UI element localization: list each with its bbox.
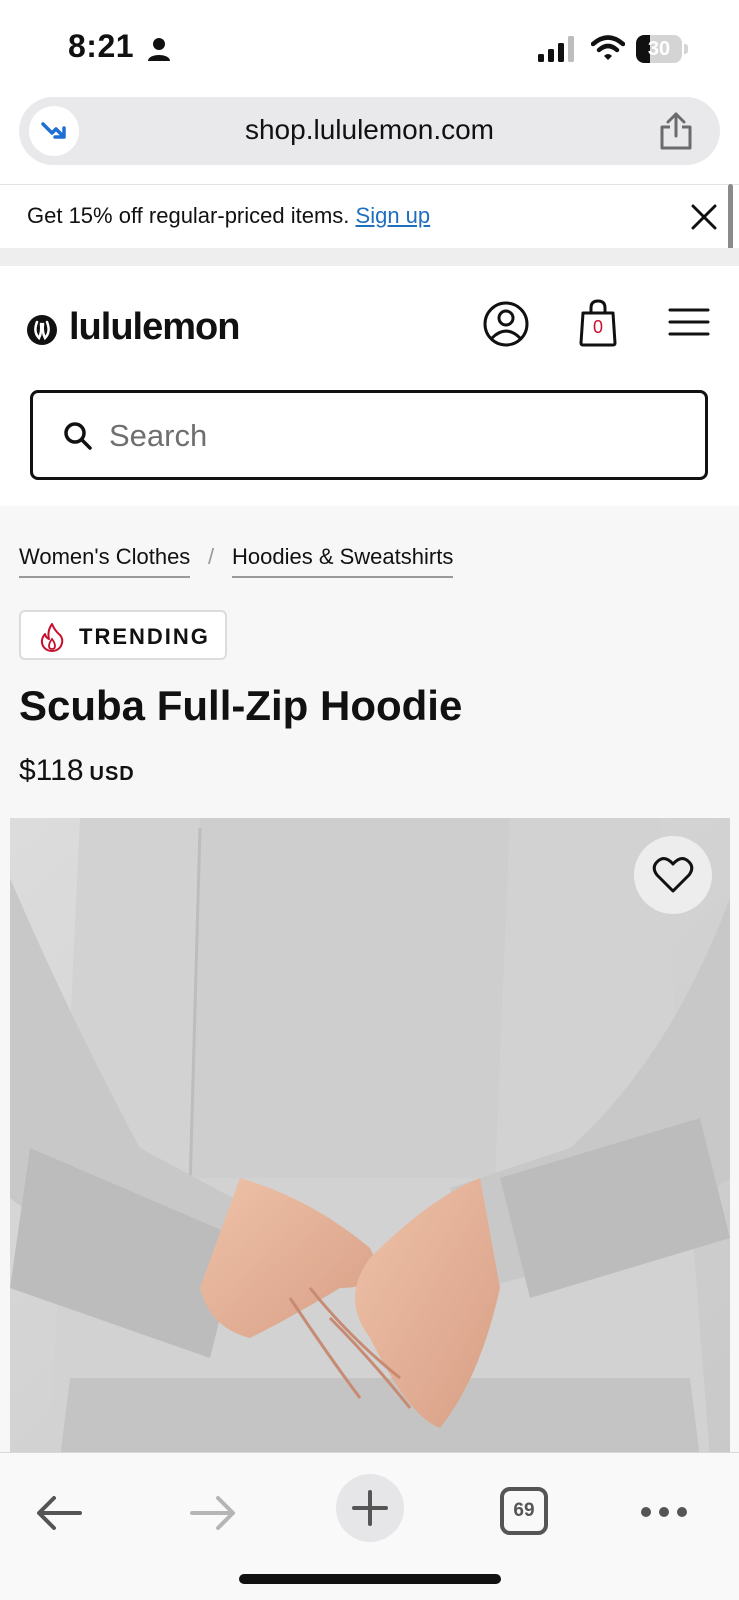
share-icon[interactable] [657,111,695,151]
back-icon[interactable] [36,1493,82,1533]
forward-icon[interactable] [190,1493,236,1533]
search-box[interactable] [30,390,708,480]
product-photo [10,818,730,1458]
search-input[interactable] [109,411,669,461]
account-icon[interactable] [482,300,530,348]
price-currency: USD [89,763,135,785]
wifi-icon [591,35,625,60]
person-icon [148,38,170,61]
url-text[interactable]: shop.lululemon.com [19,97,720,165]
plus-icon [352,1490,388,1526]
close-icon[interactable] [690,203,718,231]
product-image[interactable] [10,818,730,1458]
signal-icon [538,36,574,62]
sign-up-link[interactable]: Sign up [356,203,431,228]
product-title: Scuba Full-Zip Hoodie [19,682,463,729]
site-badge-icon[interactable] [29,106,79,156]
brand-logo[interactable]: lululemon [69,306,240,349]
promo-text: Get 15% off regular-priced items. Sign u… [27,203,431,228]
search-icon [64,422,92,450]
wishlist-button[interactable] [634,836,712,914]
price-amount: $118 [19,754,84,787]
bag-count: 0 [592,317,603,337]
promo-banner: Get 15% off regular-priced items. Sign u… [0,184,739,248]
product-section: Women's Clothes / Hoodies & Sweatshirts … [0,506,739,1458]
product-price: $118 USD [19,754,135,788]
more-icon[interactable] [640,1505,688,1519]
home-indicator[interactable] [239,1574,501,1584]
heart-icon [652,857,694,893]
divider [0,248,739,266]
menu-icon[interactable] [668,306,710,338]
address-bar[interactable]: shop.lululemon.com [19,97,720,165]
battery-level: 30 [647,38,671,60]
breadcrumb-separator: / [208,544,215,569]
trending-label: TRENDING [79,624,210,649]
new-tab-button[interactable] [336,1474,404,1542]
status-time: 8:21 [68,28,135,64]
logo-mark-icon[interactable] [26,314,58,346]
tabs-icon[interactable]: 69 [500,1487,548,1535]
status-bar: 8:21 30 [0,0,739,90]
site-header: lululemon 0 [0,266,739,506]
trending-badge: TRENDING [19,610,227,660]
battery-icon: 30 [636,35,688,63]
flame-icon [40,623,64,652]
breadcrumb-womens-clothes[interactable]: Women's Clothes [19,544,191,578]
breadcrumb-hoodies-sweatshirts[interactable]: Hoodies & Sweatshirts [232,544,454,578]
